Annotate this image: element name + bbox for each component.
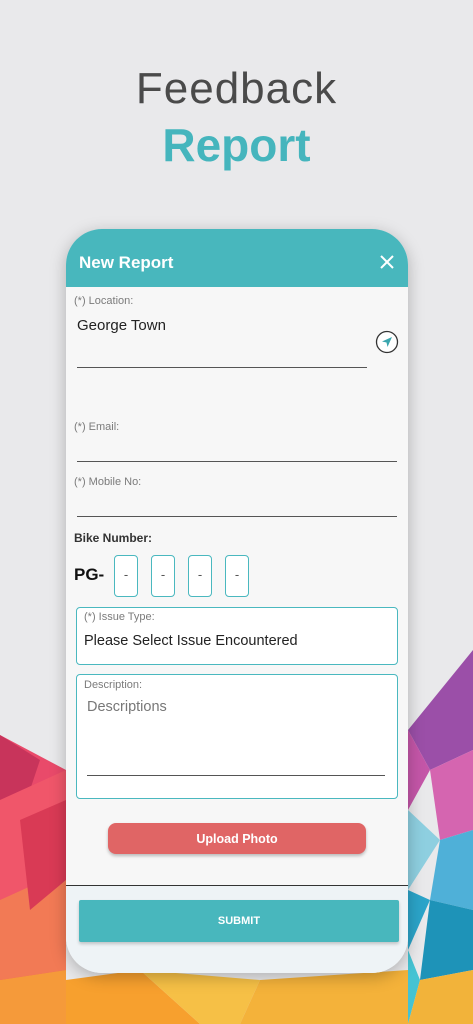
description-input[interactable] bbox=[87, 697, 385, 776]
email-underline bbox=[77, 461, 397, 462]
mobile-underline bbox=[77, 516, 397, 517]
issue-type-label: (*) Issue Type: bbox=[84, 611, 155, 623]
mobile-label: (*) Mobile No: bbox=[74, 476, 142, 488]
close-button[interactable] bbox=[376, 251, 398, 273]
navigation-arrow-icon bbox=[375, 330, 399, 354]
plate-segment-4[interactable]: - bbox=[225, 555, 249, 597]
issue-type-value: Please Select Issue Encountered bbox=[84, 633, 298, 649]
location-label: (*) Location: bbox=[74, 295, 134, 307]
plate-segment-1[interactable]: - bbox=[114, 555, 138, 597]
close-icon bbox=[380, 255, 394, 269]
upload-photo-button[interactable]: Upload Photo bbox=[108, 823, 366, 854]
location-input[interactable] bbox=[77, 315, 357, 335]
hero-subtitle: Report bbox=[162, 119, 311, 171]
location-underline bbox=[77, 367, 367, 368]
plate-segment-2[interactable]: - bbox=[151, 555, 175, 597]
submit-button[interactable]: SUBMIT bbox=[79, 900, 399, 942]
issue-type-select[interactable]: (*) Issue Type: Please Select Issue Enco… bbox=[76, 607, 398, 665]
new-report-dialog: New Report (*) Location: (*) Email: (*) … bbox=[66, 229, 408, 973]
email-label: (*) Email: bbox=[74, 421, 120, 433]
plate-prefix: PG- bbox=[74, 565, 105, 584]
dialog-header: New Report bbox=[66, 229, 408, 287]
hero-title: Feedback bbox=[135, 64, 338, 113]
mobile-input[interactable] bbox=[77, 494, 395, 514]
bike-number-label: Bike Number: bbox=[74, 531, 153, 545]
plate-segment-3[interactable]: - bbox=[188, 555, 212, 597]
email-input[interactable] bbox=[77, 439, 395, 459]
description-label: Description: bbox=[84, 679, 143, 691]
dialog-title: New Report bbox=[79, 253, 174, 272]
locate-button[interactable] bbox=[375, 330, 399, 354]
description-box: Description: bbox=[76, 674, 398, 799]
